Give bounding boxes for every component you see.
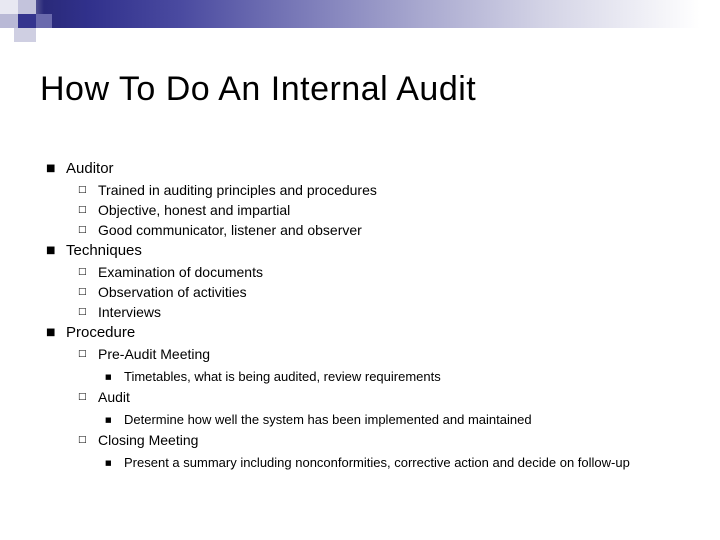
- outline-item-level3: ■ Determine how well the system has been…: [102, 410, 704, 430]
- outline-item-level2: □ Interviews: [76, 302, 704, 322]
- bullet-hollow-square-icon: □: [78, 267, 87, 277]
- bullet-hollow-square-icon: □: [78, 185, 87, 195]
- outline-item-level2: □ Good communicator, listener and observ…: [76, 220, 704, 240]
- outline-text: Objective, honest and impartial: [98, 202, 291, 218]
- outline-text: Present a summary including nonconformit…: [124, 455, 630, 470]
- header-square-3: [0, 14, 18, 28]
- header-square-6: [14, 28, 36, 42]
- bullet-hollow-square-icon: □: [78, 392, 87, 402]
- header-square-5: [0, 28, 14, 42]
- header-underline: [52, 28, 712, 29]
- outline-text: Audit: [98, 389, 130, 405]
- outline-text: Good communicator, listener and observer: [98, 222, 362, 238]
- outline-text: Techniques: [66, 242, 142, 259]
- bullet-square-icon: ■: [46, 245, 56, 256]
- outline-item-level2: □ Objective, honest and impartial: [76, 200, 704, 220]
- outline-text: Interviews: [98, 304, 162, 320]
- bullet-small-square-icon: ■: [105, 373, 112, 381]
- page-title: How To Do An Internal Audit: [40, 70, 477, 108]
- slide-header-decoration: [0, 0, 720, 44]
- outline-item-level2: □ Examination of documents: [76, 262, 704, 282]
- header-square-2: [18, 0, 36, 14]
- outline-text: Trained in auditing principles and proce…: [98, 182, 377, 198]
- header-gradient-bar: [0, 0, 720, 28]
- header-square-7: [36, 14, 52, 28]
- outline-item-level2: □ Closing Meeting: [76, 430, 704, 450]
- bullet-hollow-square-icon: □: [78, 205, 87, 215]
- outline-item-level2: □ Pre-Audit Meeting: [76, 344, 704, 364]
- bullet-square-icon: ■: [46, 163, 56, 174]
- outline-item-level2: □ Audit: [76, 387, 704, 407]
- header-square-1: [0, 0, 18, 14]
- bullet-square-icon: ■: [46, 327, 56, 338]
- bullet-hollow-square-icon: □: [78, 287, 87, 297]
- outline-item-level2: □ Trained in auditing principles and pro…: [76, 180, 704, 200]
- bullet-small-square-icon: ■: [105, 459, 112, 467]
- header-square-4: [18, 14, 36, 28]
- bullet-hollow-square-icon: □: [78, 349, 87, 359]
- bullet-hollow-square-icon: □: [78, 307, 87, 317]
- outline-text: Determine how well the system has been i…: [124, 412, 532, 427]
- outline-item-level2: □ Observation of activities: [76, 282, 704, 302]
- outline-text: Closing Meeting: [98, 432, 199, 448]
- outline-text: Auditor: [66, 160, 114, 177]
- outline-item-level3: ■ Present a summary including nonconform…: [102, 453, 704, 473]
- outline-text: Examination of documents: [98, 264, 263, 280]
- bullet-small-square-icon: ■: [105, 416, 112, 424]
- outline-item-level1: ■ Techniques: [44, 240, 704, 262]
- outline-item-level1: ■ Auditor: [44, 158, 704, 180]
- outline-text: Pre-Audit Meeting: [98, 346, 211, 362]
- outline-text: Procedure: [66, 324, 136, 341]
- bullet-hollow-square-icon: □: [78, 435, 87, 445]
- outline-text: Observation of activities: [98, 284, 247, 300]
- slide-body-outline: ■ Auditor □ Trained in auditing principl…: [44, 158, 704, 473]
- outline-item-level3: ■ Timetables, what is being audited, rev…: [102, 367, 704, 387]
- outline-text: Timetables, what is being audited, revie…: [124, 369, 441, 384]
- bullet-hollow-square-icon: □: [78, 225, 87, 235]
- outline-item-level1: ■ Procedure: [44, 322, 704, 344]
